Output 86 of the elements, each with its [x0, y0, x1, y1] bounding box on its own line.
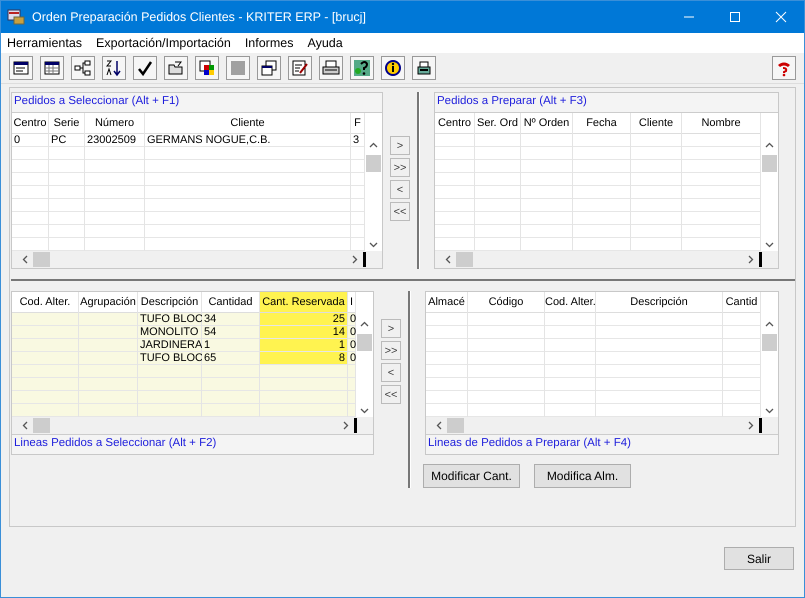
table-cell: 25	[260, 313, 347, 326]
move-button[interactable]: <	[390, 180, 410, 199]
scrollbar-thumb[interactable]	[33, 252, 50, 267]
scrollbar-thumb[interactable]	[447, 418, 464, 433]
scrollbar-thumb[interactable]	[33, 418, 50, 433]
table-cell: 0	[12, 134, 48, 147]
scroll-up-icon[interactable]	[765, 142, 774, 148]
scrollbar-thumb[interactable]	[762, 155, 777, 172]
table-cell: 0	[348, 339, 355, 352]
table-cell: 34	[202, 313, 259, 326]
table-cell: 1	[202, 339, 259, 352]
check-icon[interactable]	[133, 56, 157, 80]
scroll-down-icon[interactable]	[765, 242, 774, 248]
printer-icon[interactable]	[319, 56, 343, 80]
help-icon[interactable]	[350, 56, 374, 80]
blank-icon[interactable]	[226, 56, 250, 80]
scroll-down-icon[interactable]	[369, 242, 378, 248]
scroll-left-icon[interactable]	[22, 255, 28, 264]
exit-button[interactable]: Salir	[724, 547, 794, 570]
panel-title: Lineas de Pedidos a Preparar (Alt + F4)	[426, 434, 778, 454]
column-header[interactable]: Cantidad	[202, 292, 259, 313]
table-cell: 0	[348, 326, 355, 339]
table-cell: 65	[202, 352, 259, 365]
column-header[interactable]: Descripción	[138, 292, 201, 313]
scroll-up-icon[interactable]	[765, 321, 774, 327]
column-header[interactable]: Cod. Alter.	[12, 292, 78, 313]
move-button[interactable]: >>	[381, 341, 401, 360]
scrollbar-thumb[interactable]	[366, 155, 381, 172]
scroll-right-icon[interactable]	[748, 255, 754, 264]
menu-item[interactable]: Herramientas	[7, 36, 82, 50]
windows-icon[interactable]	[257, 56, 281, 80]
column-header[interactable]: I	[348, 292, 355, 313]
move-button[interactable]: <<	[390, 202, 410, 221]
form-icon[interactable]	[9, 56, 33, 80]
move-button[interactable]: >	[390, 136, 410, 155]
table-cell: 23002509	[85, 134, 144, 147]
scroll-down-icon[interactable]	[765, 408, 774, 414]
table-cell: 1	[260, 339, 347, 352]
table-cell: PC	[49, 134, 84, 147]
calendar-icon[interactable]	[40, 56, 64, 80]
panel-title: Pedidos a Preparar (Alt + F3)	[435, 93, 778, 113]
menu-item[interactable]: Ayuda	[307, 36, 343, 50]
panel-title: Pedidos a Seleccionar (Alt + F1)	[12, 93, 382, 113]
column-header[interactable]: Agrupación	[79, 292, 137, 313]
column-header[interactable]: Cant. Reservada	[260, 292, 347, 313]
action-button[interactable]: Modifica Alm.	[534, 464, 631, 488]
table-cell: GERMANS NOGUE,C.B.	[145, 134, 350, 147]
table-cell: 0	[348, 313, 355, 326]
move-button[interactable]: <	[381, 363, 401, 382]
palette-icon[interactable]	[195, 56, 219, 80]
move-button[interactable]: >	[381, 319, 401, 338]
sort-icon[interactable]	[102, 56, 126, 80]
info-icon[interactable]	[381, 56, 405, 80]
menu-item[interactable]: Informes	[244, 36, 294, 50]
app-icon	[7, 9, 25, 25]
table-cell: 3	[351, 134, 364, 147]
panel-title: Lineas Pedidos a Seleccionar (Alt + F2)	[12, 434, 373, 454]
tree-icon[interactable]	[71, 56, 95, 80]
edit-icon[interactable]	[288, 56, 312, 80]
table-cell: 54	[202, 326, 259, 339]
table-cell: JARDINERA	[138, 339, 201, 352]
scroll-up-icon[interactable]	[360, 321, 369, 327]
scroll-right-icon[interactable]	[352, 255, 358, 264]
folder-icon[interactable]	[164, 56, 188, 80]
table-cell: MONOLITO	[138, 326, 201, 339]
scroll-right-icon[interactable]	[343, 421, 349, 430]
table-cell: 14	[260, 326, 347, 339]
scroll-left-icon[interactable]	[22, 421, 28, 430]
scrollbar-thumb[interactable]	[762, 334, 777, 351]
table-cell: TUFO BLOC	[138, 352, 201, 365]
scroll-left-icon[interactable]	[445, 255, 451, 264]
action-button[interactable]: Modificar Cant.	[423, 464, 520, 488]
menu-item[interactable]: Exportación/Importación	[96, 36, 231, 50]
table-cell: 0	[348, 352, 355, 365]
window-title: Orden Preparación Pedidos Clientes - KRITER ERP - [brucj]	[32, 10, 367, 24]
scroll-up-icon[interactable]	[369, 142, 378, 148]
table-cell: 8	[260, 352, 347, 365]
move-button[interactable]: <<	[381, 385, 401, 404]
scanner-icon[interactable]	[412, 56, 436, 80]
scrollbar-thumb[interactable]	[456, 252, 473, 267]
table-cell: TUFO BLOC	[138, 313, 201, 326]
move-button[interactable]: >>	[390, 158, 410, 177]
scrollbar-thumb[interactable]	[357, 334, 372, 351]
scroll-right-icon[interactable]	[748, 421, 754, 430]
scroll-left-icon[interactable]	[436, 421, 442, 430]
scroll-down-icon[interactable]	[360, 408, 369, 414]
